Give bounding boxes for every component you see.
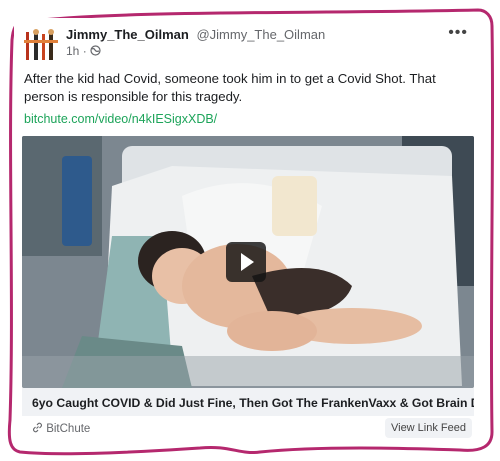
post-link[interactable]: bitchute.com/video/n4kIESigxXDB/ (24, 112, 217, 126)
more-options-icon[interactable]: ••• (448, 24, 468, 42)
globe-icon (90, 45, 101, 56)
view-link-feed-button[interactable]: View Link Feed (384, 418, 472, 438)
post-text: After the kid had Covid, someone took hi… (24, 71, 436, 104)
link-source-label: BitChute (46, 423, 91, 435)
post-card: Jimmy_The_Oilman @Jimmy_The_Oilman 1h · … (14, 18, 482, 444)
play-icon[interactable] (226, 242, 266, 282)
link-source: BitChute (32, 422, 90, 435)
post-time[interactable]: 1h (66, 44, 79, 58)
post-meta: 1h · (66, 44, 101, 58)
author-name[interactable]: Jimmy_The_Oilman (66, 27, 189, 42)
author-line: Jimmy_The_Oilman @Jimmy_The_Oilman (66, 27, 325, 42)
link-preview-title[interactable]: 6yo Caught COVID & Did Just Fine, Then G… (22, 388, 474, 418)
avatar[interactable] (22, 26, 60, 64)
link-preview-thumbnail[interactable] (22, 136, 474, 388)
link-icon (33, 422, 42, 433)
meta-separator: · (82, 44, 87, 58)
author-handle[interactable]: @Jimmy_The_Oilman (196, 27, 325, 42)
link-preview-footer: BitChute View Link Feed (22, 416, 474, 442)
